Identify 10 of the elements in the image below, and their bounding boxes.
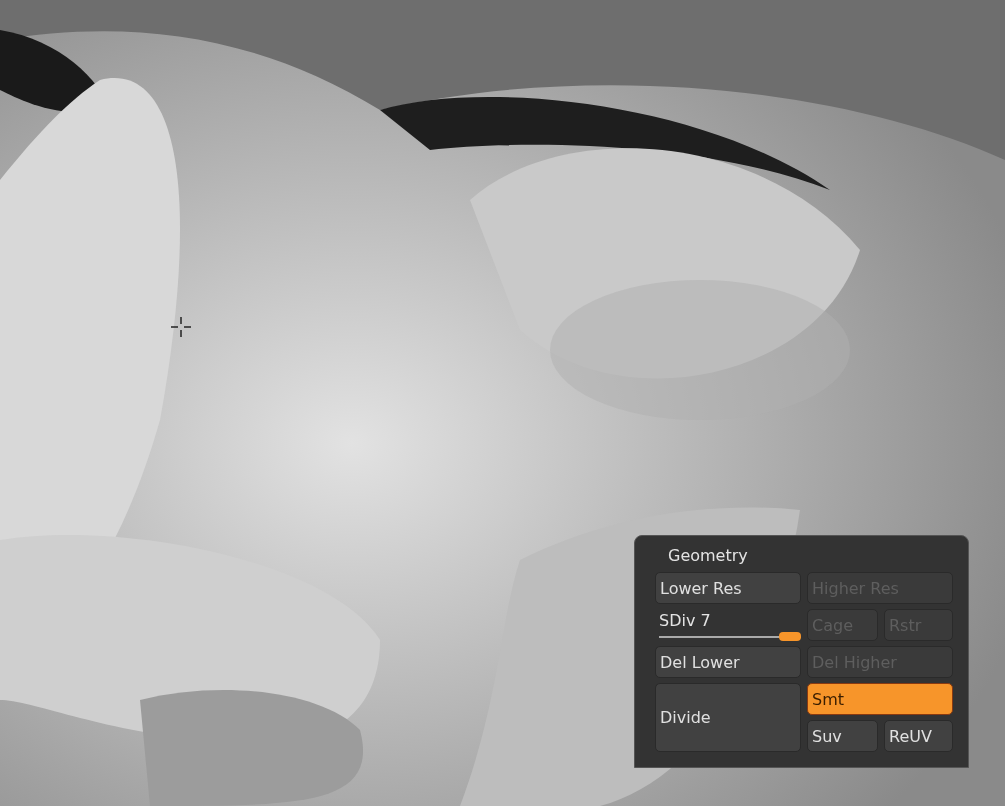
button[interactable]: ReUV <box>884 720 953 752</box>
toggle-button[interactable]: Smt <box>807 683 953 715</box>
button[interactable]: Suv <box>807 720 878 752</box>
button[interactable]: Divide <box>655 683 801 752</box>
crosshair-icon <box>170 316 194 340</box>
slider-label: SDiv 7 <box>659 611 712 630</box>
button[interactable]: Del Lower <box>655 646 801 678</box>
button[interactable]: Lower Res <box>655 572 801 604</box>
panel-title: Geometry <box>667 545 749 567</box>
slider-thumb[interactable] <box>779 632 801 641</box>
